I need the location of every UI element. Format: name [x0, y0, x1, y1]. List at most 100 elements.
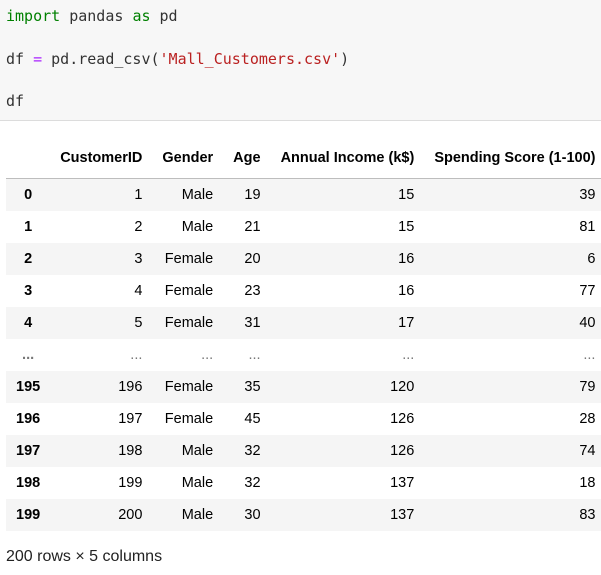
table-cell: 137: [390, 507, 415, 523]
table-cell: Male: [181, 443, 214, 459]
table-cell: 126: [390, 411, 415, 427]
row-index: 2: [24, 251, 33, 267]
table-cell: 74: [579, 443, 596, 459]
table-cell: Female: [164, 379, 214, 395]
table-cell: 16: [398, 251, 415, 267]
index-header: [6, 138, 51, 179]
table-cell: 137: [390, 475, 415, 491]
dataframe-shape-summary: 200 rows × 5 columns: [6, 548, 163, 565]
code-text: ): [340, 50, 350, 68]
column-header: Annual Income (k$): [270, 138, 425, 179]
table-cell: Female: [164, 315, 214, 331]
table-cell: 6: [587, 251, 596, 267]
table-row: 2 3 Female 20 16 6: [6, 243, 601, 275]
table-cell: 20: [244, 251, 261, 267]
table-row: 197 198 Male 32 126 74: [6, 435, 601, 467]
code-text: pd.read_csv(: [42, 50, 160, 68]
table-cell: Female: [164, 251, 214, 267]
keyword-import: import: [6, 7, 61, 25]
table-cell: 32: [244, 475, 261, 491]
table-cell: 126: [390, 443, 415, 459]
column-header: CustomerID: [50, 138, 153, 179]
table-cell: 15: [398, 187, 415, 203]
column-header: Spending Score (1-100): [424, 138, 601, 179]
row-index: 0: [24, 187, 33, 203]
column-header: Gender: [152, 138, 224, 179]
code-line-import: import pandas as pd: [6, 7, 178, 25]
code-line-df: df: [6, 92, 25, 110]
table-cell: 198: [118, 443, 143, 459]
code-text: pd: [150, 7, 178, 25]
column-header: Age: [223, 138, 271, 179]
table-cell: ...: [402, 347, 415, 363]
table-cell: 15: [398, 219, 415, 235]
ellipsis-row: ... ... ... ... ... ...: [6, 339, 601, 371]
table-cell: 21: [244, 219, 261, 235]
table-cell: Female: [164, 411, 214, 427]
row-index: 1: [24, 219, 33, 235]
table-cell: 32: [244, 443, 261, 459]
table-cell: 39: [579, 187, 596, 203]
row-index: 197: [16, 443, 41, 459]
table-cell: 35: [244, 379, 261, 395]
table-cell: 77: [579, 283, 596, 299]
row-index: 196: [16, 411, 41, 427]
table-cell: 200: [118, 507, 143, 523]
table-cell: 28: [579, 411, 596, 427]
table-cell: Male: [181, 187, 214, 203]
table-row: 199 200 Male 30 137 83: [6, 499, 601, 531]
dataframe-table: CustomerID Gender Age Annual Income (k$)…: [6, 138, 601, 531]
table-row: 1 2 Male 21 15 81: [6, 211, 601, 243]
keyword-as: as: [132, 7, 151, 25]
table-cell: 16: [398, 283, 415, 299]
table-cell: 31: [244, 315, 261, 331]
table-cell: 1: [134, 187, 143, 203]
table-cell: 30: [244, 507, 261, 523]
table-cell: 5: [134, 315, 143, 331]
table-cell: 17: [398, 315, 415, 331]
table-cell: 81: [579, 219, 596, 235]
assign-operator: =: [33, 50, 43, 68]
table-cell: ...: [201, 347, 214, 363]
table-cell: 19: [244, 187, 261, 203]
table-cell: ...: [130, 347, 143, 363]
cell-output: CustomerID Gender Age Annual Income (k$)…: [6, 138, 601, 531]
row-index: 3: [24, 283, 33, 299]
table-cell: 199: [118, 475, 143, 491]
row-index: 199: [16, 507, 41, 523]
table-row: 195 196 Female 35 120 79: [6, 371, 601, 403]
table-row: 3 4 Female 23 16 77: [6, 275, 601, 307]
table-cell: Female: [164, 283, 214, 299]
table-row: 196 197 Female 45 126 28: [6, 403, 601, 435]
table-cell: Male: [181, 475, 214, 491]
code-text: pandas: [60, 7, 133, 25]
table-cell: 83: [579, 507, 596, 523]
table-cell: 197: [118, 411, 143, 427]
row-index: ...: [22, 347, 35, 363]
table-cell: 79: [579, 379, 596, 395]
string-literal: 'Mall_Customers.csv': [159, 50, 341, 68]
table-cell: 23: [244, 283, 261, 299]
table-row: 198 199 Male 32 137 18: [6, 467, 601, 499]
table-cell: 120: [390, 379, 415, 395]
code-text: df: [6, 50, 34, 68]
row-index: 4: [24, 315, 33, 331]
table-cell: ...: [248, 347, 261, 363]
table-cell: 18: [579, 475, 596, 491]
code-cell[interactable]: import pandas as pd df = pd.read_csv('Ma…: [0, 0, 601, 121]
row-index: 198: [16, 475, 41, 491]
table-cell: Male: [181, 219, 214, 235]
table-cell: ...: [583, 347, 596, 363]
table-cell: 196: [118, 379, 143, 395]
table-cell: Male: [181, 507, 214, 523]
table-row: 0 1 Male 19 15 39: [6, 178, 601, 211]
table-row: 4 5 Female 31 17 40: [6, 307, 601, 339]
table-cell: 40: [579, 315, 596, 331]
table-cell: 45: [244, 411, 261, 427]
table-cell: 2: [134, 219, 143, 235]
table-cell: 3: [134, 251, 143, 267]
table-header-row: CustomerID Gender Age Annual Income (k$)…: [6, 138, 601, 179]
code-line-read-csv: df = pd.read_csv('Mall_Customers.csv'): [6, 50, 349, 68]
row-index: 195: [16, 379, 41, 395]
table-cell: 4: [134, 283, 143, 299]
